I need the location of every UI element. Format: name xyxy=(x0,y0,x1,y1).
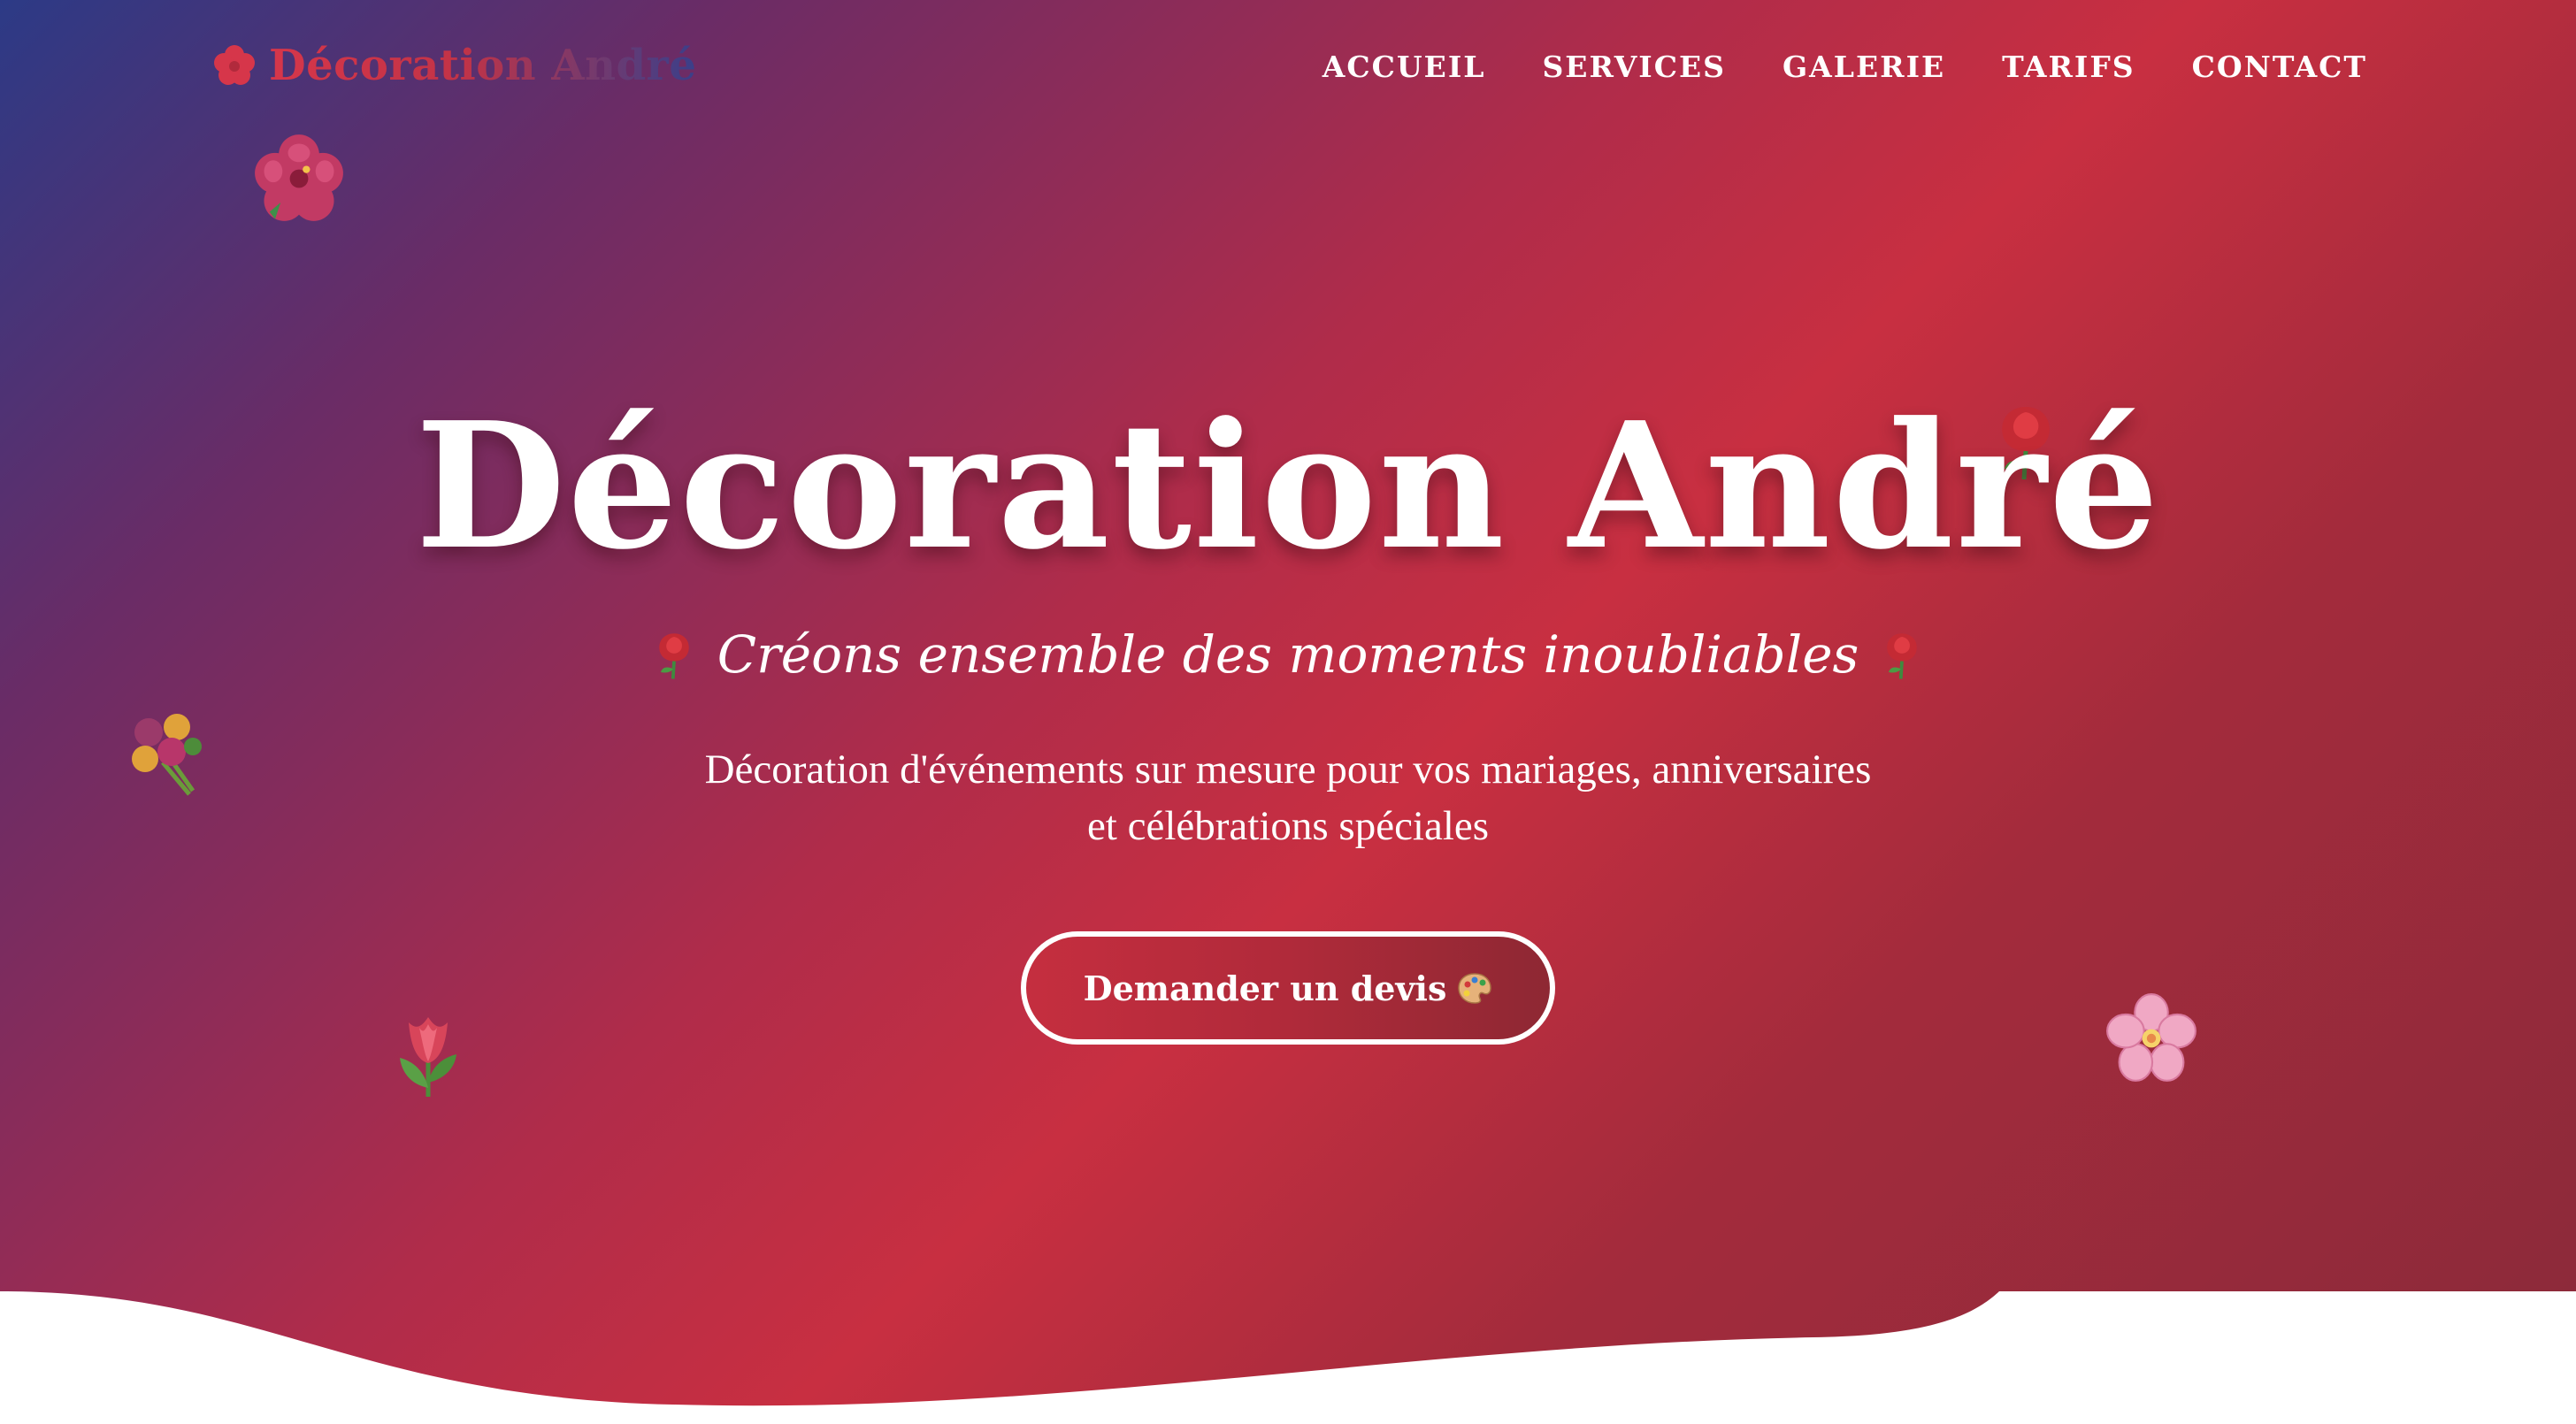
bouquet-icon xyxy=(132,714,202,796)
hero-title: Décoration André xyxy=(415,385,2161,588)
palette-icon xyxy=(1458,973,1492,1004)
rose-icon xyxy=(1887,633,1918,679)
rose-icon xyxy=(658,633,689,679)
nav-link-accueil[interactable]: ACCUEIL xyxy=(1322,44,1486,90)
brand-logo[interactable]: Décoration André xyxy=(212,39,696,92)
tagline-text: Créons ensemble des moments inoubliables xyxy=(717,624,1859,685)
navbar: Décoration André ACCUEIL SERVICES GALERI… xyxy=(0,0,2576,133)
hero-section: Décoration André ACCUEIL SERVICES GALERI… xyxy=(0,0,2576,1424)
brand-name: Décoration André xyxy=(269,41,697,90)
cherry-blossom-icon xyxy=(2106,993,2196,1082)
flower-icon xyxy=(214,45,255,85)
bottom-wave xyxy=(0,1291,2576,1424)
request-quote-button[interactable]: Demander un devis xyxy=(1021,931,1555,1045)
hero-description: Décoration d'événements sur mesure pour … xyxy=(580,741,1996,854)
description-line-2: et célébrations spéciales xyxy=(1086,803,1490,849)
request-quote-label: Demander un devis xyxy=(1083,968,1447,1008)
nav-link-galerie[interactable]: GALERIE xyxy=(1782,44,1945,90)
tulip-icon xyxy=(400,1017,456,1097)
main-menu: ACCUEIL SERVICES GALERIE TARIFS CONTACT xyxy=(1322,44,2367,90)
description-line-1: Décoration d'événements sur mesure pour … xyxy=(704,746,1872,792)
nav-link-tarifs[interactable]: TARIFS xyxy=(2002,44,2135,90)
hibiscus-icon xyxy=(255,134,343,221)
hero-tagline: Créons ensemble des moments inoubliables xyxy=(0,619,2576,690)
nav-link-services[interactable]: SERVICES xyxy=(1542,44,1726,90)
nav-link-contact[interactable]: CONTACT xyxy=(2192,44,2367,90)
